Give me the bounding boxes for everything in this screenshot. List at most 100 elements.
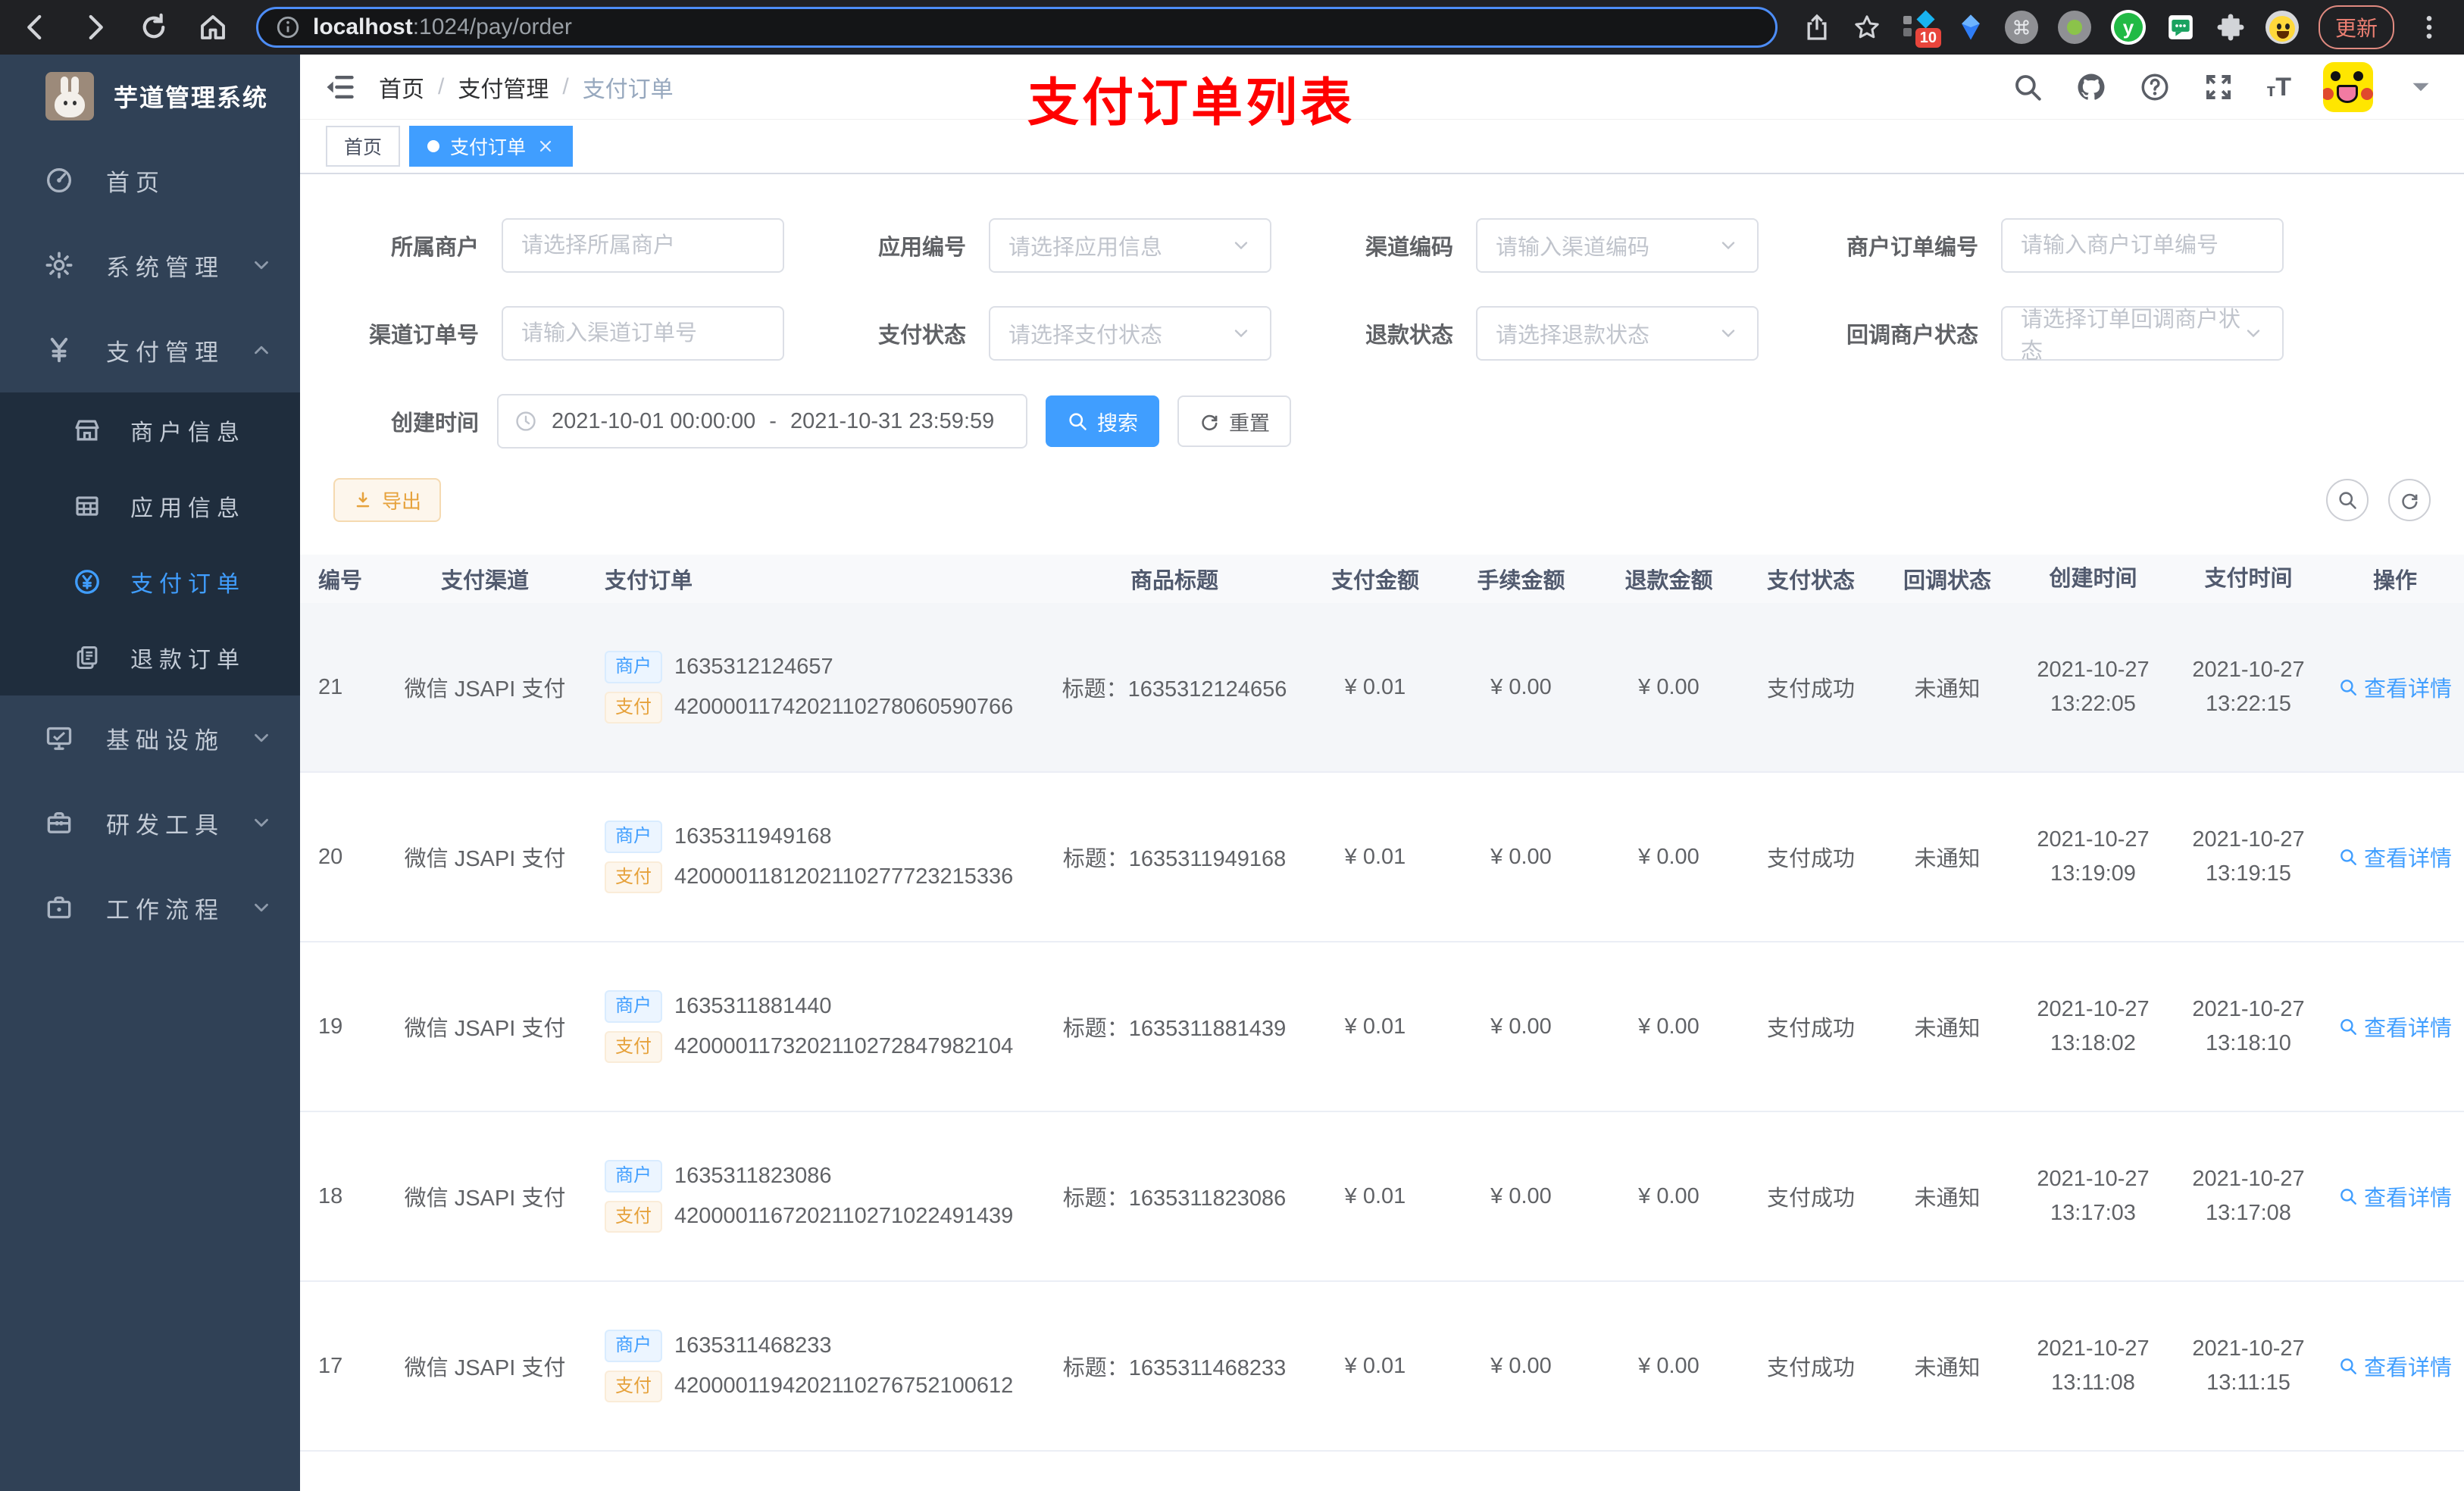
filter-select-1-3[interactable]: 请选择订单回调商户状态 xyxy=(2001,306,2284,364)
view-detail-link[interactable]: 查看详情 xyxy=(2338,1011,2452,1042)
extension-dot-icon[interactable] xyxy=(2057,11,2091,44)
briefcase-icon xyxy=(44,892,74,923)
view-detail-link[interactable]: 查看详情 xyxy=(2338,841,2452,873)
tab-1[interactable]: 支付订单 xyxy=(409,126,574,167)
header-actions: тT xyxy=(2012,61,2437,112)
cell-create-time: 2021-10-27 13:18:02 xyxy=(2037,997,2150,1055)
app-shell: 芋道管理系统 首页 系统管理 支付管理 商户信息 应用信息 支付订单 退款订单 基础设施 研发工… xyxy=(0,55,2464,1491)
pay-order-no: 4200001173202110272847982104 xyxy=(674,1034,1014,1059)
extension-badge: 10 xyxy=(1915,28,1941,48)
sidebar-item-6[interactable]: 退款订单 xyxy=(0,620,300,695)
dashboard-icon xyxy=(44,165,74,195)
help-icon[interactable] xyxy=(2139,71,2171,103)
app-logo[interactable]: 芋道管理系统 xyxy=(0,55,300,138)
avatar[interactable] xyxy=(2323,61,2373,112)
update-button[interactable]: 更新 xyxy=(2318,5,2394,49)
toggle-search-button[interactable] xyxy=(2326,479,2369,521)
filter-input-0-3[interactable] xyxy=(2001,218,2284,273)
breadcrumb-pay-management[interactable]: 支付管理 xyxy=(458,70,549,104)
cell-pay-amount: ¥ 0.01 xyxy=(1344,844,1406,869)
sidebar-item-7[interactable]: 基础设施 xyxy=(0,695,300,780)
pay-circle-icon xyxy=(73,567,102,596)
cell-notify-status: 未通知 xyxy=(1914,1186,1981,1211)
sidebar-item-5[interactable]: 支付订单 xyxy=(0,544,300,620)
sidebar-item-8[interactable]: 研发工具 xyxy=(0,780,300,865)
breadcrumb-home[interactable]: 首页 xyxy=(379,70,424,104)
sidebar-item-2[interactable]: 支付管理 xyxy=(0,308,300,392)
pay-tag: 支付 xyxy=(605,861,662,894)
export-button[interactable]: 导出 xyxy=(333,478,442,522)
sidebar-item-1[interactable]: 系统管理 xyxy=(0,223,300,308)
clock-icon xyxy=(514,409,538,433)
sidebar-item-3[interactable]: 商户信息 xyxy=(0,392,300,468)
fullscreen-icon[interactable] xyxy=(2203,71,2234,103)
cell-title: 标题：1635311468233 xyxy=(1062,1356,1287,1380)
search-icon[interactable] xyxy=(2012,71,2043,103)
orders-table: 编号 支付渠道 支付订单 商品标题 支付金额 手续金额 退款金额 支付状态 回调状态 创建时间 支付… xyxy=(300,555,2464,1491)
extension-y-icon[interactable]: y xyxy=(2110,10,2146,45)
share-icon[interactable] xyxy=(1802,12,1832,42)
column-header-2: 支付订单 xyxy=(605,569,693,593)
filter-select-1-2[interactable]: 请选择退款状态 xyxy=(1476,306,1759,361)
table-row[interactable]: 18 微信 JSAPI 支付 商户 1635311823086 支付 4200001167… xyxy=(300,1112,2464,1282)
avatar-caret-down-icon[interactable] xyxy=(2405,71,2437,103)
info-icon[interactable] xyxy=(275,14,301,40)
search-button[interactable]: 搜索 xyxy=(1046,395,1159,447)
cell-title: 标题：1635311881439 xyxy=(1062,1017,1287,1041)
extension-chat-icon[interactable] xyxy=(2165,12,2196,42)
table-row[interactable]: 17 微信 JSAPI 支付 商户 1635311468233 支付 4200001194… xyxy=(300,1282,2464,1452)
column-header-9: 创建时间 xyxy=(2049,566,2137,591)
github-icon[interactable] xyxy=(2075,71,2107,103)
breadcrumb-separator: / xyxy=(562,73,569,99)
yen-icon xyxy=(44,335,74,365)
view-detail-link[interactable]: 查看详情 xyxy=(2338,671,2452,703)
filter-select-0-2[interactable]: 请输入渠道编码 xyxy=(1476,218,1759,273)
sidebar-item-9[interactable]: 工作流程 xyxy=(0,865,300,950)
merchant-order-no: 1635311881440 xyxy=(674,993,832,1018)
extension-diamond-icon[interactable]: 10 xyxy=(1902,10,1941,48)
gear-icon xyxy=(44,250,74,280)
refresh-button[interactable] xyxy=(2388,479,2431,521)
view-detail-link[interactable]: 查看详情 xyxy=(2338,1180,2452,1212)
search-button-label: 搜索 xyxy=(1097,411,1138,435)
extension-balloon-icon[interactable] xyxy=(1956,13,1985,42)
collapse-sidebar-icon[interactable] xyxy=(323,70,356,104)
table-row[interactable]: 21 微信 JSAPI 支付 商户 1635312124657 支付 4200001174… xyxy=(300,603,2464,773)
column-header-6: 退款金额 xyxy=(1624,569,1713,593)
reset-button[interactable]: 重置 xyxy=(1177,395,1291,447)
table-row[interactable]: 20 微信 JSAPI 支付 商户 1635311949168 支付 4200001181… xyxy=(300,773,2464,942)
filter-select-0-1[interactable]: 请选择应用信息 xyxy=(989,218,1271,273)
extensions-puzzle-icon[interactable] xyxy=(2215,12,2246,42)
close-tab-icon[interactable] xyxy=(536,137,555,155)
pay-order-line: 支付 4200001167202110271022491439 xyxy=(605,1200,1046,1233)
filter-input-0-0[interactable] xyxy=(502,218,784,273)
home-icon[interactable] xyxy=(197,11,229,43)
merchant-order-line: 商户 1635311823086 xyxy=(605,1159,1046,1192)
back-icon[interactable] xyxy=(20,11,52,43)
table-row[interactable]: 商户1635311351796支付 xyxy=(300,1452,2464,1491)
bookmark-star-icon[interactable] xyxy=(1852,12,1882,42)
view-detail-link[interactable]: 查看详情 xyxy=(2338,1350,2452,1382)
extension-command-icon[interactable] xyxy=(2004,11,2038,44)
cell-channel: 微信 JSAPI 支付 xyxy=(404,1017,566,1041)
url-bar[interactable]: localhost:1024/pay/order xyxy=(256,7,1778,48)
date-range-input[interactable]: 2021-10-01 00:00:00-2021-10-31 23:59:59 xyxy=(497,394,1027,449)
reload-icon[interactable] xyxy=(138,11,170,43)
filter-input-1-0[interactable] xyxy=(502,306,784,361)
table-body: 21 微信 JSAPI 支付 商户 1635312124657 支付 4200001174… xyxy=(300,603,2464,1491)
profile-emoji-icon[interactable] xyxy=(2265,11,2299,44)
tab-0[interactable]: 首页 xyxy=(326,126,401,167)
sidebar-item-0[interactable]: 首页 xyxy=(0,138,300,223)
merchant-tag: 商户 xyxy=(605,989,662,1023)
cell-id: 18 xyxy=(318,1183,343,1208)
browser-menu-icon[interactable] xyxy=(2414,12,2444,42)
filter-select-1-1[interactable]: 请选择支付状态 xyxy=(989,306,1271,361)
pay-order-line: 支付 4200001174202110278060590766 xyxy=(605,691,1046,724)
merchant-tag: 商户 xyxy=(605,820,662,853)
sidebar-item-4[interactable]: 应用信息 xyxy=(0,468,300,544)
forward-icon[interactable] xyxy=(79,11,111,43)
table-row[interactable]: 19 微信 JSAPI 支付 商户 1635311881440 支付 4200001173… xyxy=(300,942,2464,1112)
font-size-icon[interactable]: тT xyxy=(2266,74,2291,100)
cell-title: 标题：1635312124656 xyxy=(1062,677,1287,702)
cell-pay-amount: ¥ 0.01 xyxy=(1344,674,1406,699)
